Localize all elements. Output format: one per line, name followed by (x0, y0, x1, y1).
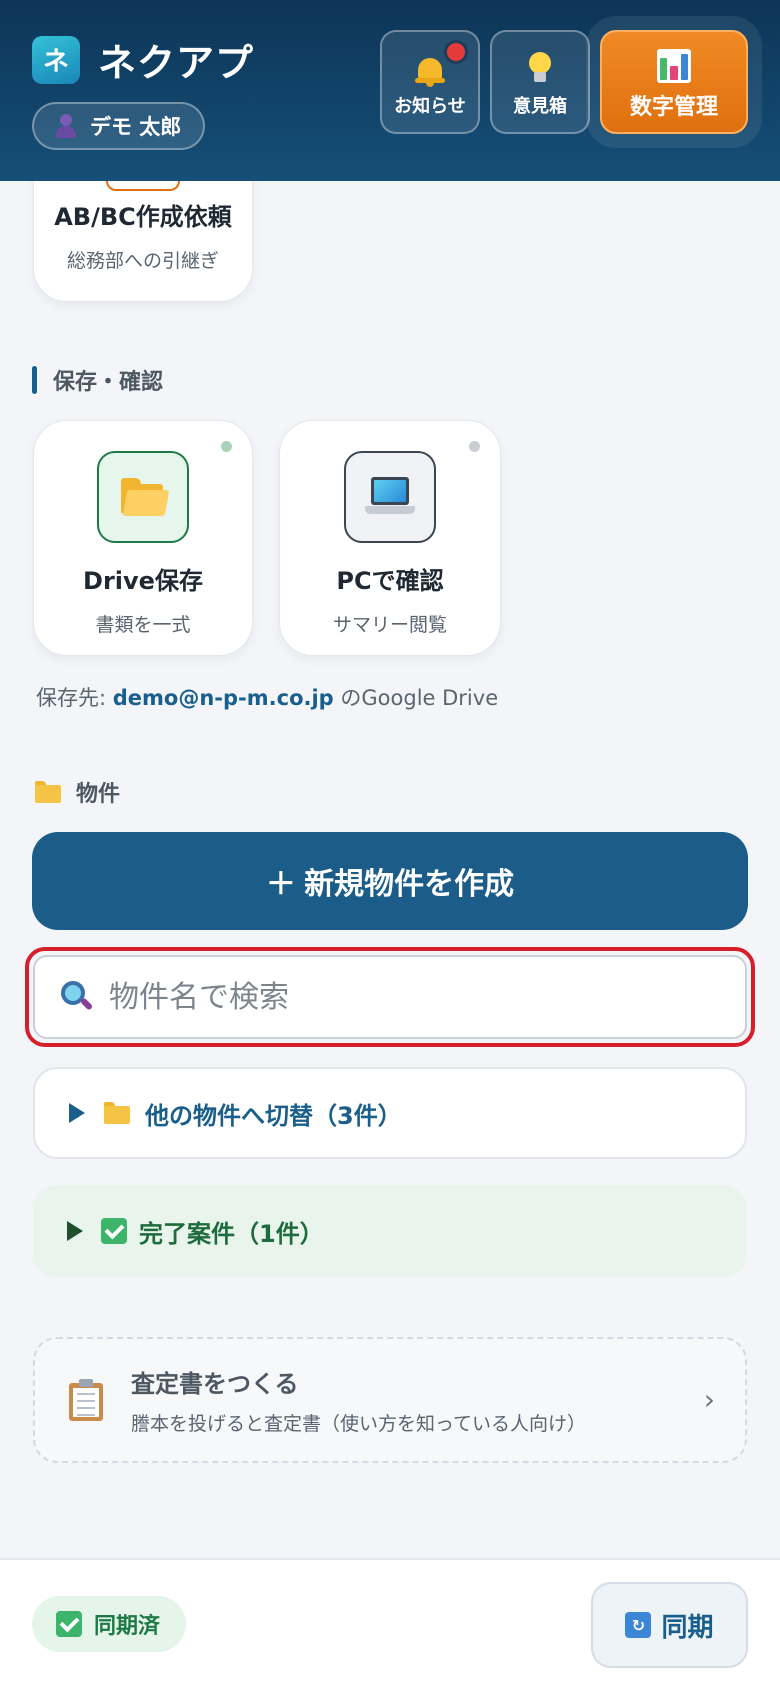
section-title-properties: 物件 (34, 776, 120, 808)
sync-status-label: 同期済 (94, 1614, 161, 1639)
switch-property-toggle[interactable]: 他の物件へ切替（3件） (33, 1067, 747, 1159)
folder-icon (119, 478, 170, 516)
idea-box-label: 意見箱 (513, 96, 567, 117)
section-title-text: 物件 (76, 782, 121, 807)
drive-icon-box (97, 451, 189, 543)
card-title: AB/BC作成依頼 (54, 203, 232, 231)
bar-chart-icon (657, 49, 691, 83)
numbers-management-label: 数字管理 (629, 95, 718, 120)
card-icon-edge (106, 181, 180, 191)
user-chip[interactable]: デモ 太郎 (32, 102, 206, 150)
checkbox-icon (101, 1218, 127, 1244)
triangle-right-icon (69, 1103, 85, 1123)
assessment-description: 謄本を投げると査定書（使い方を知っている人向け） (131, 1413, 587, 1435)
search-icon (61, 981, 94, 1013)
lightbulb-icon (527, 52, 553, 86)
sync-button[interactable]: ↻ 同期 (591, 1582, 748, 1668)
search-input[interactable] (109, 979, 709, 1015)
card-subtitle: サマリー閲覧 (332, 614, 447, 636)
app-logo: ネ ネクアプ (32, 32, 254, 87)
bell-icon (415, 56, 445, 87)
app-title: ネクアプ (98, 41, 255, 85)
completed-cases-toggle[interactable]: 完了案件（1件） (33, 1185, 747, 1277)
save-destination-prefix: 保存先: (36, 686, 113, 710)
save-destination-suffix: のGoogle Drive (333, 686, 499, 710)
section-title-text: 保存・確認 (53, 370, 164, 395)
pc-icon-box (344, 451, 436, 543)
card-subtitle: 書類を一式 (95, 614, 191, 636)
status-dot (221, 441, 232, 452)
idea-box-button[interactable]: 意見箱 (490, 30, 590, 134)
numbers-management-button[interactable]: 数字管理 (600, 30, 748, 134)
create-property-button[interactable]: ＋ 新規物件を作成 (32, 832, 748, 930)
drive-save-card[interactable]: Drive保存 書類を一式 (33, 420, 253, 656)
section-marker (32, 366, 37, 394)
assessment-title: 査定書をつくる (131, 1370, 299, 1398)
sync-icon: ↻ (625, 1612, 652, 1638)
save-destination-text: 保存先: demo@n-p-m.co.jp のGoogle Drive (36, 682, 498, 712)
notification-badge (444, 40, 468, 64)
pc-confirm-card[interactable]: PCで確認 サマリー閲覧 (279, 420, 501, 656)
sync-status-badge: 同期済 (32, 1596, 187, 1652)
card-title: PCで確認 (336, 567, 444, 595)
sync-button-label: 同期 (661, 1612, 714, 1643)
app-footer: 同期済 ↻ 同期 (0, 1558, 780, 1688)
save-destination-email: demo@n-p-m.co.jp (112, 686, 334, 710)
search-field[interactable] (33, 955, 747, 1039)
card-subtitle: 総務部への引継ぎ (66, 250, 219, 272)
logo-mark-icon: ネ (32, 35, 80, 84)
app-header: ネ ネクアプ デモ 太郎 お知らせ 意見箱 数字管理 (0, 0, 780, 181)
person-icon (54, 114, 78, 138)
create-assessment-link[interactable]: 査定書をつくる 謄本を投げると査定書（使い方を知っている人向け） › (33, 1337, 747, 1463)
user-name: デモ 太郎 (90, 115, 182, 139)
triangle-right-icon (67, 1221, 83, 1241)
notice-button[interactable]: お知らせ (380, 30, 480, 134)
folder-icon (34, 781, 62, 803)
laptop-icon (365, 477, 415, 517)
notice-label: お知らせ (394, 96, 466, 117)
checkbox-icon (56, 1611, 82, 1637)
folder-icon (103, 1102, 131, 1124)
card-title: Drive保存 (83, 567, 203, 595)
status-dot (469, 441, 480, 452)
clipboard-icon (69, 1379, 103, 1421)
section-title-save-confirm: 保存・確認 (32, 364, 163, 396)
switch-property-label: 他の物件へ切替（3件） (145, 1101, 402, 1130)
completed-cases-label: 完了案件（1件） (139, 1219, 324, 1248)
chevron-right-icon: › (703, 1383, 715, 1416)
